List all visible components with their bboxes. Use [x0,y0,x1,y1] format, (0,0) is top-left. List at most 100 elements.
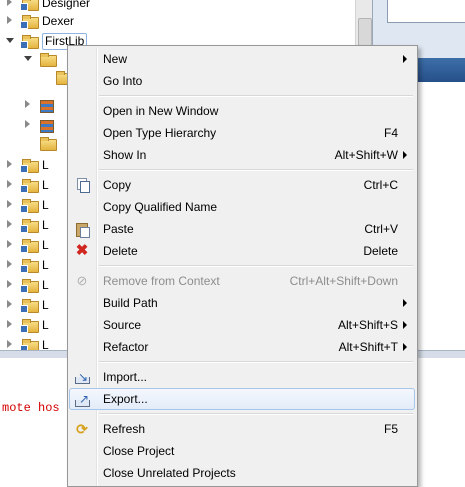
collapsed-arrow-icon[interactable] [6,160,14,170]
java-project-badge-icon [20,325,28,333]
project-folder-icon [20,279,39,293]
menu-item-build-path[interactable]: Build Path [70,292,414,314]
context-menu: New Go Into Open in New Window Open Type Hi… [67,45,418,487]
menu-item-label: Source [103,318,142,332]
collapsed-arrow-icon[interactable] [6,320,14,330]
menu-separator [99,413,413,415]
menu-item-source[interactable]: Source Alt+Shift+S [70,314,414,336]
import-icon [74,366,90,388]
project-folder-icon [20,259,39,273]
java-project-badge-icon [20,185,28,193]
menu-item-label: Close Unrelated Projects [103,466,236,480]
menu-item-shortcut: F5 [383,422,398,436]
menu-item-label: Show In [103,148,147,162]
menu-item-paste[interactable]: Paste Ctrl+V [70,218,414,240]
tree-item[interactable]: Designer [0,0,355,12]
console-output: mote hos [2,401,60,415]
menu-item-shortcut: Delete [363,244,398,258]
menu-item-shortcut: Ctrl+C [363,178,398,192]
menu-item-copy[interactable]: Copy Ctrl+C [70,174,414,196]
menu-item-refactor[interactable]: Refactor Alt+Shift+T [70,336,414,358]
expanded-arrow-icon[interactable] [24,54,32,64]
menu-item-shortcut: Alt+Shift+T [338,340,398,354]
delete-icon: ✖ [75,242,89,259]
tree-item-label: L [42,258,49,272]
collapsed-arrow-icon[interactable] [6,260,14,270]
project-folder-icon [20,159,39,173]
remove-context-icon: ⊘ [76,273,88,288]
menu-item-show-in[interactable]: Show In Alt+Shift+W [70,144,414,166]
submenu-arrow-icon [403,321,407,329]
java-project-badge-icon [20,3,28,11]
project-folder-icon [20,319,39,333]
project-folder-icon [20,179,39,193]
collapsed-arrow-icon[interactable] [6,280,14,290]
collapsed-arrow-icon[interactable] [6,200,14,210]
scrollbar-thumb[interactable] [358,18,372,46]
tree-item-label: L [42,278,49,292]
menu-item-label: Open in New Window [103,104,219,118]
menu-item-import[interactable]: Import... [70,366,414,388]
menu-item-shortcut: Ctrl+V [364,222,398,236]
menu-separator [99,169,413,171]
project-folder-icon [20,299,39,313]
menu-item-export[interactable]: Export... [69,388,415,410]
tree-item[interactable]: Dexer [0,12,355,30]
menu-item-label: Export... [103,392,148,406]
menu-item-shortcut: Alt+Shift+S [337,318,398,332]
menu-item-label: Refresh [103,422,146,436]
menu-item-remove-from-context[interactable]: ⊘ Remove from Context Ctrl+Alt+Shift+Down [70,270,414,292]
java-project-badge-icon [20,265,28,273]
java-project-badge-icon [20,305,28,313]
paste-icon [74,221,90,238]
collapsed-arrow-icon[interactable] [6,240,14,250]
library-icon [40,120,54,133]
project-folder-icon [40,137,57,151]
menu-item-open-type-hierarchy[interactable]: Open Type Hierarchy F4 [70,122,414,144]
project-folder-icon [20,0,39,11]
copy-icon [74,177,90,193]
tree-item-label: L [42,298,49,312]
collapsed-arrow-icon[interactable] [24,120,32,130]
menu-separator [99,361,413,363]
java-project-badge-icon [20,225,28,233]
menu-item-label: Build Path [103,296,158,310]
submenu-arrow-icon [403,55,407,63]
menu-item-label: Delete [103,244,138,258]
collapsed-arrow-icon[interactable] [6,300,14,310]
menu-item-open-in-new-window[interactable]: Open in New Window [70,100,414,122]
menu-item-new[interactable]: New [70,48,414,70]
java-project-badge-icon [20,41,28,49]
menu-item-delete[interactable]: ✖ Delete Delete [70,240,414,262]
tree-item-label: L [42,318,49,332]
collapsed-arrow-icon[interactable] [6,180,14,190]
export-icon [74,389,90,409]
project-folder-icon [20,15,39,29]
expanded-arrow-icon[interactable] [6,36,14,46]
menu-item-refresh[interactable]: ⟳ Refresh F5 [70,418,414,440]
submenu-arrow-icon [403,343,407,351]
menu-item-close-unrelated-projects[interactable]: Close Unrelated Projects [70,462,414,484]
menu-item-label: Copy [103,178,132,192]
menu-item-go-into[interactable]: Go Into [70,70,414,92]
menu-item-label: New [103,52,128,66]
tree-item-label: Designer [42,0,91,10]
menu-item-label: Refactor [103,340,149,354]
menu-item-close-project[interactable]: Close Project [70,440,414,462]
collapsed-arrow-icon[interactable] [6,0,14,8]
collapsed-arrow-icon[interactable] [6,16,14,26]
menu-item-label: Copy Qualified Name [103,200,218,214]
editor-frame [387,0,465,23]
java-project-badge-icon [20,245,28,253]
menu-item-copy-qualified-name[interactable]: Copy Qualified Name [70,196,414,218]
tree-item-label: L [42,338,49,350]
collapsed-arrow-icon[interactable] [6,340,14,350]
java-project-badge-icon [20,205,28,213]
collapsed-arrow-icon[interactable] [24,100,32,110]
project-folder-icon [20,219,39,233]
collapsed-arrow-icon[interactable] [6,220,14,230]
tree-item-label: L [42,198,49,212]
menu-item-label: Import... [103,370,148,384]
java-project-badge-icon [20,165,28,173]
project-folder-icon [20,199,39,213]
